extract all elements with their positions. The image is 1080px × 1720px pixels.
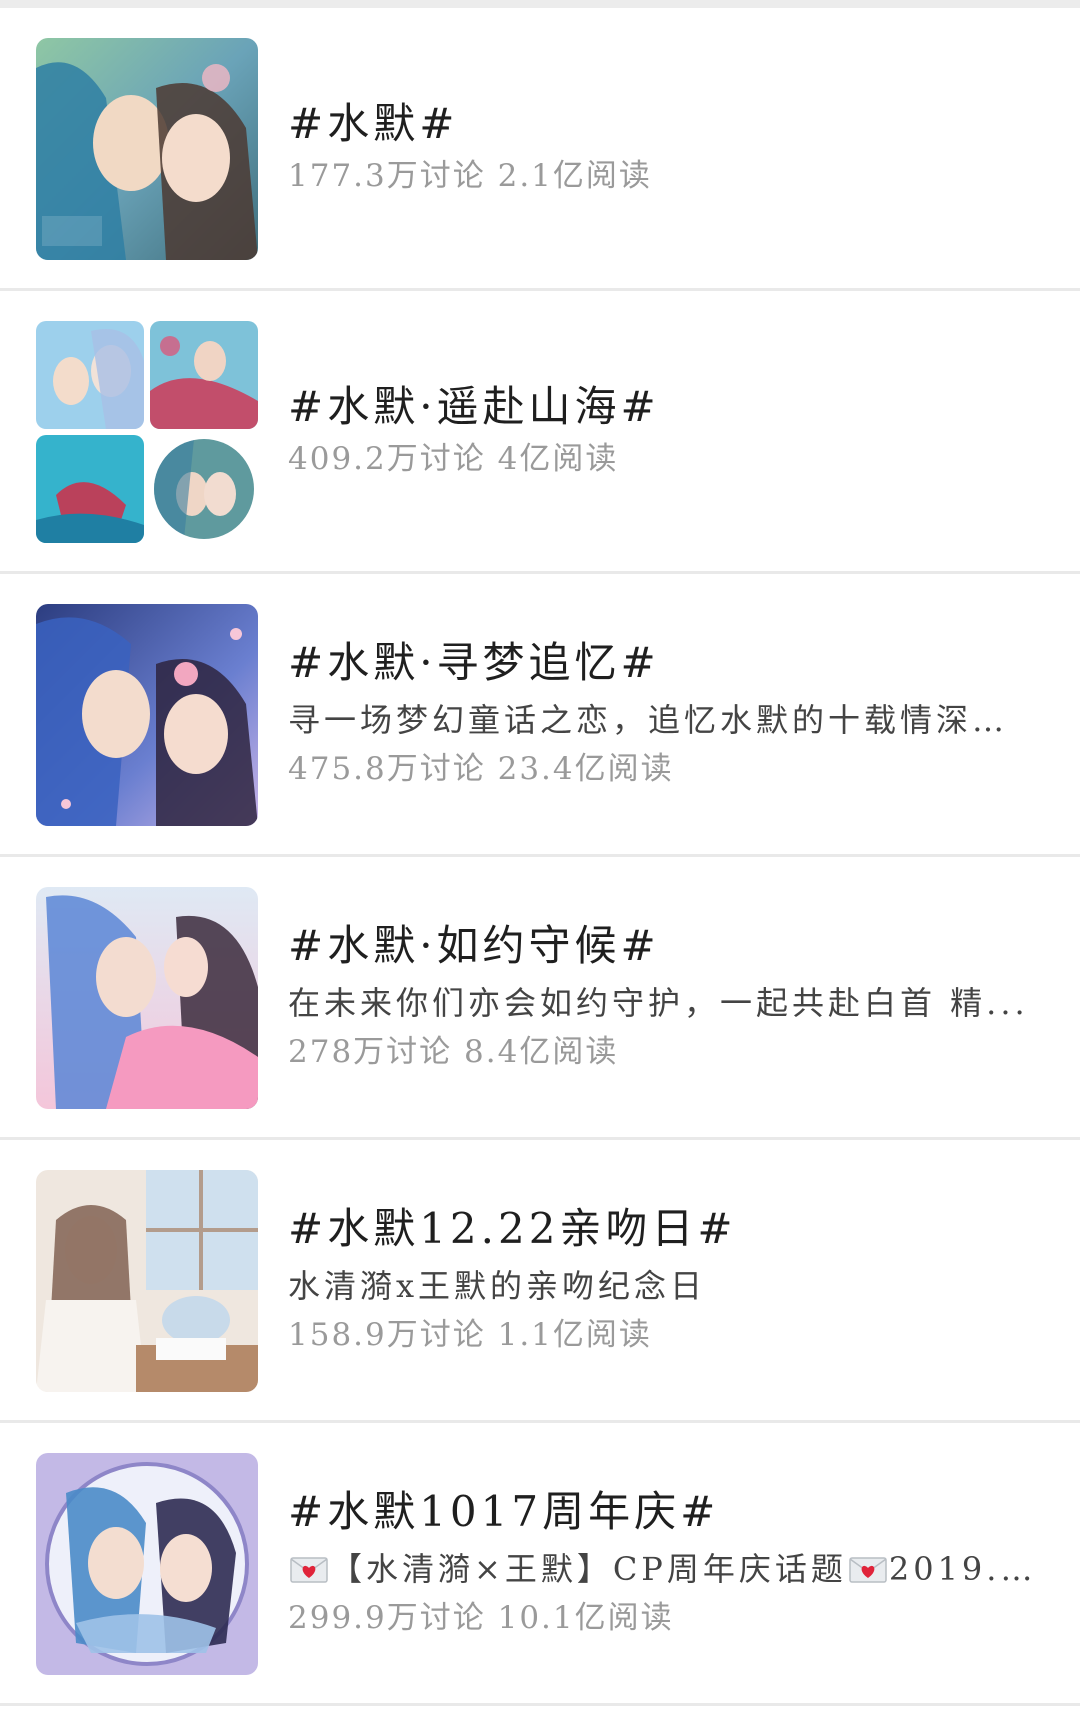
topic-description: 【水清漪×王默】CP周年庆话题 2019.10.... [288, 1547, 1040, 1592]
topic-title[interactable]: #水默# [288, 98, 1040, 151]
topic-item[interactable]: #水默# 177.3万讨论 2.1亿阅读 [0, 8, 1080, 291]
topic-title[interactable]: #水默·如约守候# [288, 920, 1040, 973]
topic-title[interactable]: #水默·寻梦追忆# [288, 637, 1040, 690]
topic-text: #水默# 177.3万讨论 2.1亿阅读 [288, 8, 1040, 288]
envelope-heart-icon [290, 1550, 328, 1583]
top-divider [0, 0, 1080, 8]
topic-thumbnail[interactable] [36, 604, 258, 826]
topic-item[interactable]: #水默·遥赴山海# 409.2万讨论 4亿阅读 [0, 291, 1080, 574]
thumbnail-cell [36, 321, 144, 429]
envelope-heart-icon [849, 1550, 887, 1583]
topic-title[interactable]: #水默·遥赴山海# [288, 381, 1040, 434]
topic-description: 水清漪x王默的亲吻纪念日 [288, 1266, 707, 1305]
topic-thumbnail[interactable] [36, 38, 258, 260]
topic-thumbnail[interactable] [36, 1453, 258, 1675]
thumbnail-cell [36, 435, 144, 543]
topic-title[interactable]: #水默1017周年庆# [288, 1486, 1040, 1539]
topic-list: #水默# 177.3万讨论 2.1亿阅读 #水默·遥赴山海# 409.2万讨论 … [0, 8, 1080, 1706]
topic-text: #水默12.22亲吻日# 水清漪x王默的亲吻纪念日 158.9万讨论 1.1亿阅… [288, 1140, 1040, 1420]
topic-text: #水默1017周年庆# 【水清漪×王默】CP周年庆话题 2019.10.... [288, 1423, 1040, 1703]
topic-stats: 278万讨论 8.4亿阅读 [288, 1033, 619, 1070]
thumbnail-cell [154, 439, 254, 539]
thumbnail-cell [150, 321, 258, 429]
topic-description-text: 2019.10.... [888, 1549, 1040, 1588]
topic-stats: 475.8万讨论 23.4亿阅读 [288, 750, 674, 787]
topic-stats: 177.3万讨论 2.1亿阅读 [288, 158, 652, 195]
topic-item[interactable]: #水默12.22亲吻日# 水清漪x王默的亲吻纪念日 158.9万讨论 1.1亿阅… [0, 1140, 1080, 1423]
topic-title[interactable]: #水默12.22亲吻日# [288, 1203, 1040, 1256]
topic-item[interactable]: #水默·如约守候# 在未来你们亦会如约守护，一起共赴白首 精... 278万讨论… [0, 857, 1080, 1140]
topic-text: #水默·遥赴山海# 409.2万讨论 4亿阅读 [288, 291, 1040, 571]
topic-description: 寻一场梦幻童话之恋，追忆水默的十载情深。... [288, 700, 1040, 739]
topic-thumbnail-grid[interactable] [36, 321, 258, 543]
topic-thumbnail[interactable] [36, 1170, 258, 1392]
topic-text: #水默·寻梦追忆# 寻一场梦幻童话之恋，追忆水默的十载情深。... 475.8万… [288, 574, 1040, 854]
topic-item[interactable]: #水默1017周年庆# 【水清漪×王默】CP周年庆话题 2019.10.... [0, 1423, 1080, 1706]
topic-stats: 409.2万讨论 4亿阅读 [288, 441, 619, 478]
topic-text: #水默·如约守候# 在未来你们亦会如约守护，一起共赴白首 精... 278万讨论… [288, 857, 1040, 1137]
topic-stats: 299.9万讨论 10.1亿阅读 [288, 1599, 674, 1636]
topic-stats: 158.9万讨论 1.1亿阅读 [288, 1316, 652, 1353]
topic-description-text: 【水清漪×王默】CP周年庆话题 [330, 1549, 847, 1588]
topic-item[interactable]: #水默·寻梦追忆# 寻一场梦幻童话之恋，追忆水默的十载情深。... 475.8万… [0, 574, 1080, 857]
topic-thumbnail[interactable] [36, 887, 258, 1109]
topic-description: 在未来你们亦会如约守护，一起共赴白首 精... [288, 983, 1029, 1022]
